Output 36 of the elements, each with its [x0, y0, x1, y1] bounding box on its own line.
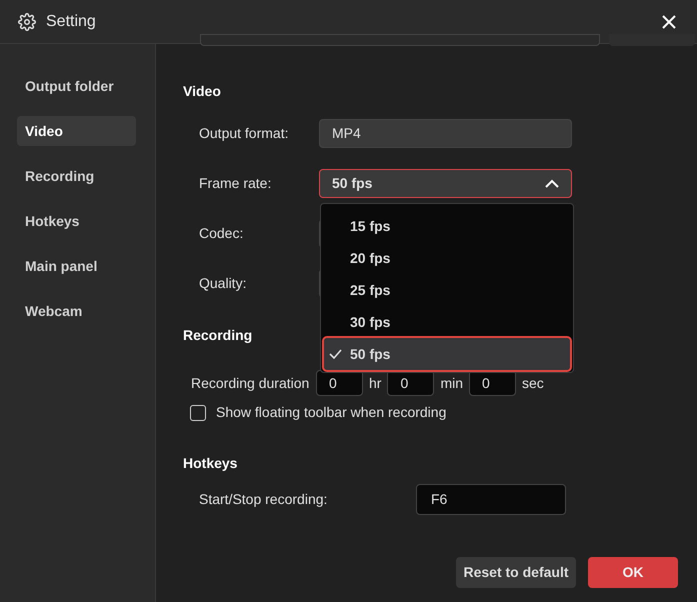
field-label: Frame rate: [199, 174, 272, 193]
dropdown-option[interactable]: 30 fps [324, 306, 570, 338]
unit-label: hr [369, 374, 382, 392]
dropdown-option[interactable]: 20 fps [324, 242, 570, 274]
section-heading: Hotkeys [183, 454, 238, 473]
checkbox-label: Show floating toolbar when recording [216, 403, 446, 422]
close-icon [662, 14, 676, 28]
field-label: Output format: [199, 124, 290, 143]
output-format-field[interactable]: MP4 [319, 119, 572, 148]
dropdown-option[interactable]: 25 fps [324, 274, 570, 306]
section-heading: Recording [183, 326, 252, 345]
field-label: Codec: [199, 224, 244, 243]
field-label: Recording duration [191, 374, 310, 393]
unit-label: min [440, 374, 464, 392]
reset-button[interactable]: Reset to default [456, 557, 576, 588]
frame-rate-dropdown[interactable]: 50 fps [319, 169, 572, 198]
field-label: Start/Stop recording: [199, 490, 328, 509]
sidebar-item[interactable]: Video [17, 116, 136, 146]
sidebar-item[interactable]: Recording [17, 161, 136, 191]
dropdown-option[interactable]: 50 fps [324, 338, 570, 370]
ok-button[interactable]: OK [588, 557, 678, 588]
caret-icon [545, 179, 559, 188]
sidebar-item[interactable]: Output folder [17, 71, 136, 101]
duration-field[interactable]: 0 [316, 370, 363, 396]
section-heading: Video [183, 82, 221, 101]
sidebar-item[interactable]: Main panel [17, 251, 136, 281]
field-label: Quality: [199, 274, 248, 293]
window-title: Setting [46, 12, 96, 32]
settings-icon [18, 12, 36, 30]
unit-label: sec [522, 374, 544, 392]
checkbox[interactable] [190, 404, 206, 420]
check-icon [329, 349, 342, 359]
dropdown-option[interactable]: 15 fps [324, 210, 570, 242]
sidebar-item[interactable]: Hotkeys [17, 206, 136, 236]
sidebar-item[interactable]: Webcam [17, 296, 136, 326]
hotkey-field[interactable]: F6 [416, 484, 566, 515]
